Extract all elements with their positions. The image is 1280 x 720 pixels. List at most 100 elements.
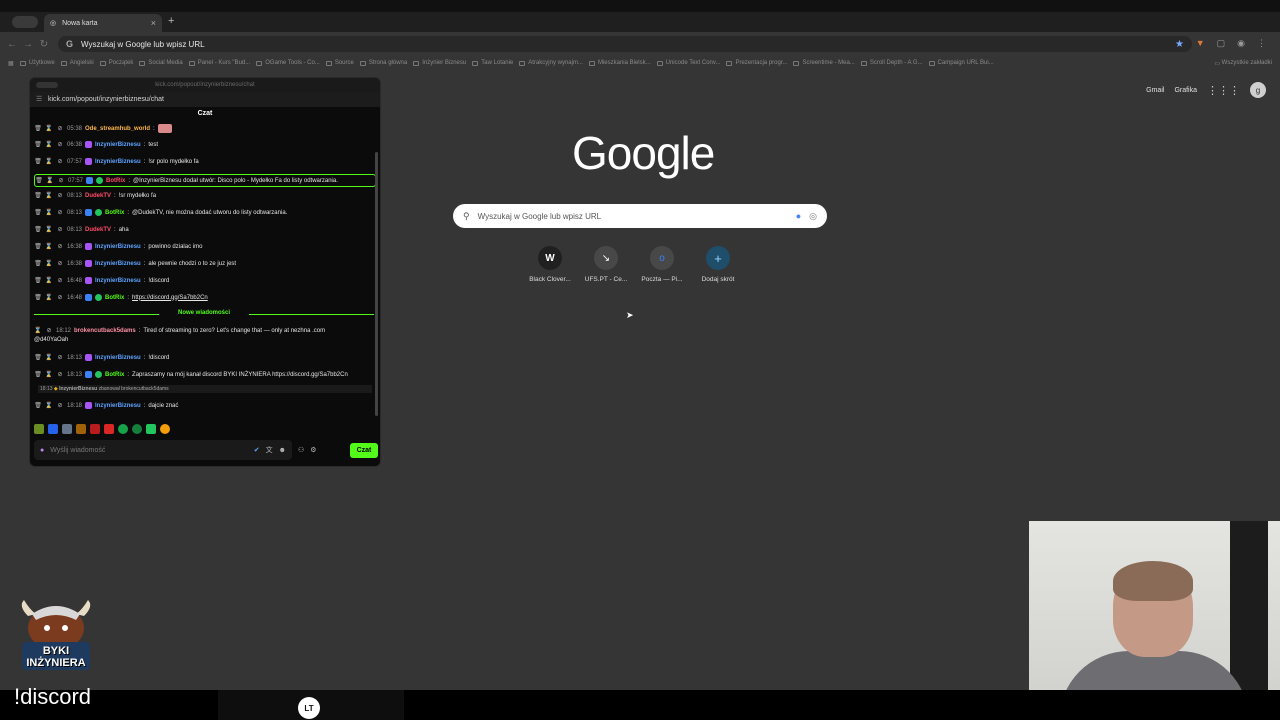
delete-icon[interactable]: 🗑 [34,243,42,250]
ban-icon[interactable]: ⊘ [56,243,64,250]
shortcut-tile[interactable]: ↘ UFS.PT - Ce... [584,246,628,283]
tab-close-icon[interactable]: × [151,18,156,28]
back-icon[interactable]: ← [4,39,20,50]
ban-icon[interactable]: ⊘ [56,226,64,233]
bookmark-item[interactable]: Prezentacja progr... [726,60,787,66]
timeout-icon[interactable]: ⌛ [45,141,53,148]
bookmark-item[interactable]: Angielski [60,60,94,66]
emote-icon[interactable] [90,424,100,434]
profile-avatar[interactable]: g [1250,82,1266,98]
username[interactable]: InzynierBiznesu [95,244,141,250]
username[interactable]: InzynierBiznesu [95,278,141,284]
ban-icon[interactable]: ⊘ [56,158,64,165]
tab-new-tab[interactable]: ◎ Nowa karta × [44,14,162,32]
timeout-icon[interactable]: ⌛ [45,125,53,132]
timeout-icon[interactable]: ⌛ [34,327,42,334]
window-controls[interactable] [36,82,58,88]
emote-icon[interactable] [76,424,86,434]
username[interactable]: InzynierBiznesu [95,355,141,361]
bookmark-item[interactable]: Strona główna [359,60,407,66]
message-input[interactable]: ● Wyślij wiadomość ✔ 文 ☻ [34,440,292,460]
ban-icon[interactable]: ⊘ [56,209,64,216]
all-bookmarks[interactable]: ▭ Wszystkie zakładki [1208,56,1272,70]
username[interactable]: brokencutback5dams [74,328,136,334]
timeout-icon[interactable]: ⌛ [45,294,53,301]
timeout-icon[interactable]: ⌛ [45,226,53,233]
ban-icon[interactable]: ⊘ [56,402,64,409]
delete-icon[interactable]: 🗑 [34,141,42,148]
ban-icon[interactable]: ⊘ [56,371,64,378]
apps-grid-icon[interactable]: ▦ [8,60,14,67]
delete-icon[interactable]: 🗑 [34,371,42,378]
profile-icon[interactable]: ◉ [1237,38,1245,49]
shortcut-tile[interactable]: W Black Clover... [528,246,572,283]
ban-icon[interactable]: ⊘ [56,354,64,361]
emote-icon[interactable] [132,424,142,434]
username[interactable]: BotRix [106,178,125,184]
ban-icon[interactable]: ⊘ [56,192,64,199]
delete-icon[interactable]: 🗑 [34,294,42,301]
username[interactable]: DudekTV [85,227,111,233]
bookmark-item[interactable]: OGame Tools - Co... [256,60,320,66]
delete-icon[interactable]: 🗑 [34,354,42,361]
bookmark-item[interactable]: Source [325,60,354,66]
bookmark-star-icon[interactable]: ★ [1175,39,1184,50]
timeout-icon[interactable]: ⌛ [46,177,54,184]
bookmark-item[interactable]: Scroll Depth - A G... [860,60,923,66]
delete-icon[interactable]: 🗑 [34,260,42,267]
username[interactable]: InzynierBiznesu [95,261,141,267]
translate-icon[interactable]: 文 [266,445,273,455]
delete-icon[interactable]: 🗑 [35,177,43,184]
address-bar[interactable]: G Wyszukaj w Google lub wpisz URL ★ [58,36,1192,52]
delete-icon[interactable]: 🗑 [34,125,42,132]
emote-icon[interactable] [34,424,44,434]
bookmark-item[interactable]: Taw Lotanie [472,60,513,66]
forward-icon[interactable]: → [20,39,36,50]
timeout-icon[interactable]: ⌛ [45,371,53,378]
bookmark-item[interactable]: Campaign URL Bui... [928,60,994,66]
extension-icon[interactable]: ▼ [1196,38,1205,49]
message-link[interactable]: https://discord.gg/Sa7bb2Cn [132,295,208,301]
username[interactable]: InzynierBiznesu [95,159,141,165]
send-chat-button[interactable]: Czat [350,442,378,458]
ban-icon[interactable]: ⊘ [56,260,64,267]
delete-icon[interactable]: 🗑 [34,277,42,284]
bookmark-item[interactable]: Atrakcyjny wynajm... [519,60,583,66]
menu-icon[interactable]: ⋮ [1257,38,1266,49]
bookmark-item[interactable]: Użytkowe [19,60,55,66]
timeout-icon[interactable]: ⌛ [45,402,53,409]
username[interactable]: InzynierBiznesu [95,142,141,148]
ban-icon[interactable]: ⊘ [45,327,53,334]
settings-icon[interactable]: ⚙ [310,446,316,454]
microphone-icon[interactable]: ● [796,211,801,221]
delete-icon[interactable]: 🗑 [34,209,42,216]
users-icon[interactable]: ⚇ [298,446,304,454]
camera-lens-icon[interactable]: ◎ [809,211,817,222]
bookmark-item[interactable]: Screentime - Mea... [793,60,855,66]
puzzle-icon[interactable]: ▢ [1217,38,1226,49]
gmail-link[interactable]: Gmail [1146,87,1164,94]
shortcut-tile[interactable]: o Poczta — Pi... [640,246,684,283]
lt-app-icon[interactable]: LT [298,697,320,719]
ban-icon[interactable]: ⊘ [56,294,64,301]
emote-icon[interactable] [118,424,128,434]
username[interactable]: BotRix [105,210,124,216]
username[interactable]: BotRix [105,372,124,378]
emoji-icon[interactable]: ☻ [279,447,286,454]
delete-icon[interactable]: 🗑 [34,402,42,409]
emote-icon[interactable] [146,424,156,434]
bookmark-item[interactable]: Social Media [139,60,183,66]
emote-icon[interactable] [104,424,114,434]
ban-icon[interactable]: ⊘ [57,177,65,184]
timeout-icon[interactable]: ⌛ [45,277,53,284]
timeout-icon[interactable]: ⌛ [45,260,53,267]
timeout-icon[interactable]: ⌛ [45,158,53,165]
ban-icon[interactable]: ⊘ [56,277,64,284]
bookmark-item[interactable]: Panel - Kurs "Bud... [188,60,250,66]
reload-icon[interactable]: ↻ [36,39,52,50]
bookmark-item[interactable]: Unicode Text Conv... [656,60,720,66]
timeout-icon[interactable]: ⌛ [45,209,53,216]
timeout-icon[interactable]: ⌛ [45,192,53,199]
username[interactable]: InzynierBiznesu [95,403,141,409]
username[interactable]: Ode_streamhub_world [85,126,150,132]
